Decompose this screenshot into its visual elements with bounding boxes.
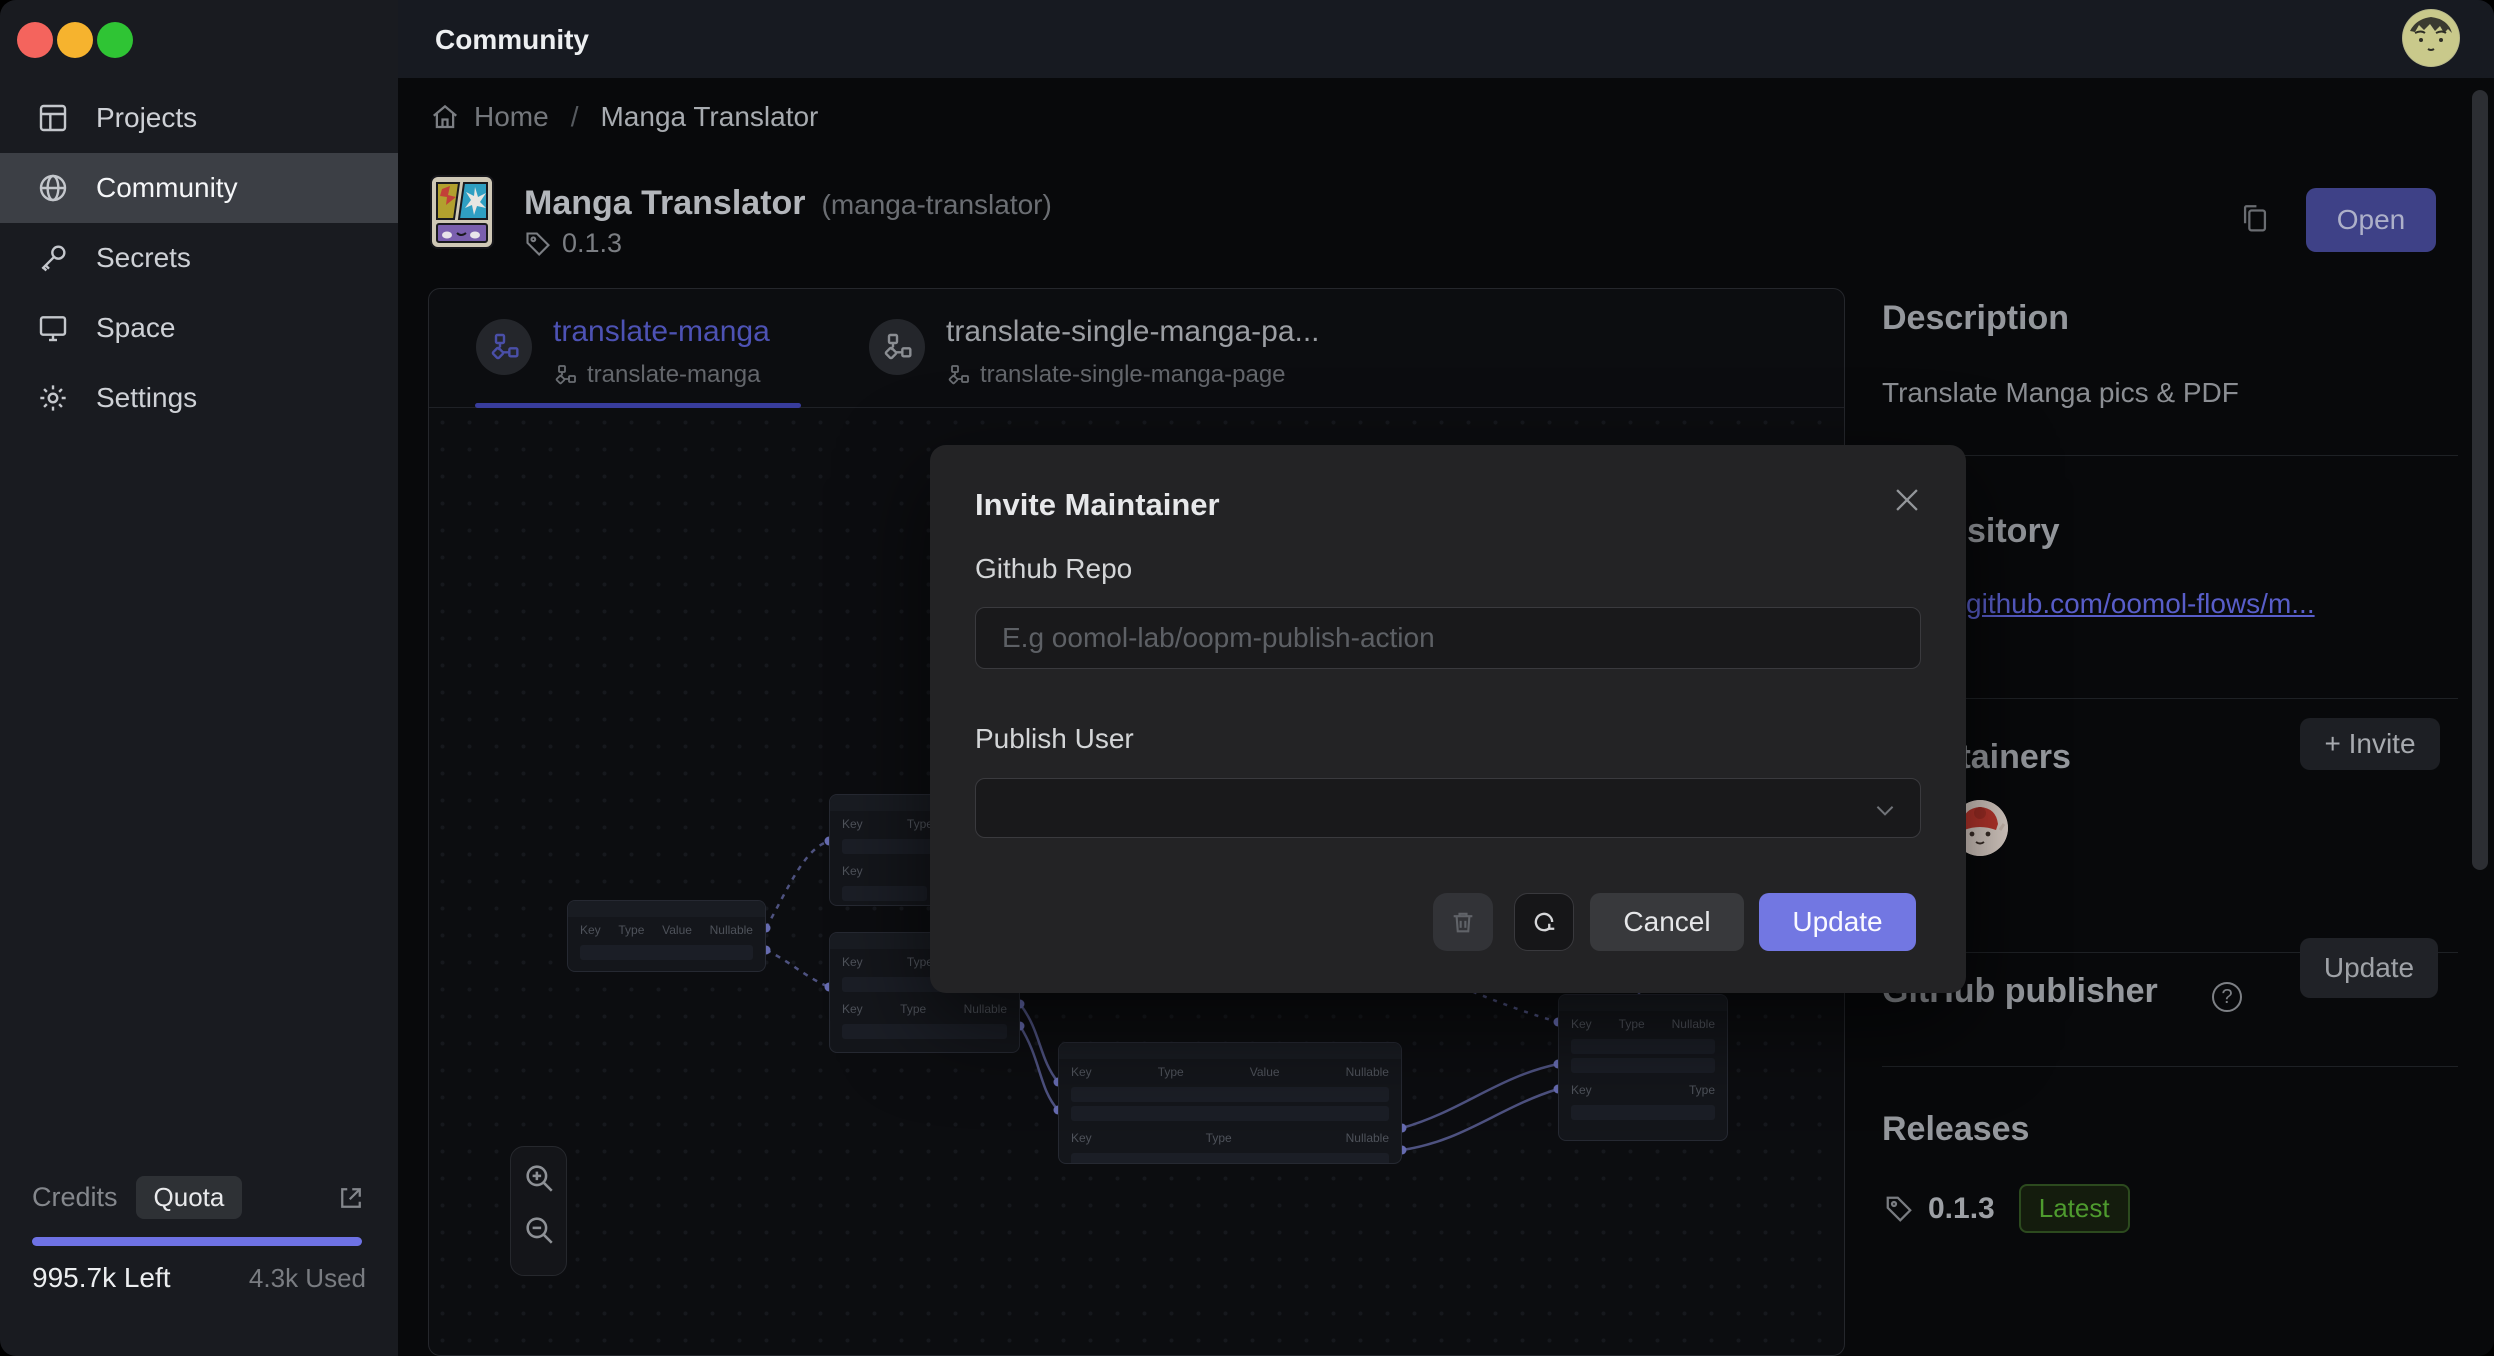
flow-tabs: translate-manga translate-manga translat… xyxy=(429,289,1844,408)
divider xyxy=(1882,1066,2458,1067)
credits-label: Credits xyxy=(32,1182,118,1213)
breadcrumb-home[interactable]: Home xyxy=(474,101,549,133)
sidebar-item-label: Community xyxy=(96,172,238,204)
scrollbar-thumb[interactable] xyxy=(2472,90,2488,870)
divider xyxy=(1882,455,2458,456)
sidebar-item-settings[interactable]: Settings xyxy=(0,363,398,433)
releases-title: Releases xyxy=(1882,1110,2029,1149)
flow-icon xyxy=(553,363,577,387)
user-label: Publish User xyxy=(975,723,1134,755)
publish-user-select[interactable] xyxy=(975,778,1921,838)
divider xyxy=(1882,698,2458,699)
chevron-down-icon xyxy=(1872,797,1898,823)
monitor-icon xyxy=(36,311,70,345)
flow-icon xyxy=(946,363,970,387)
tag-icon xyxy=(1884,1194,1914,1224)
traffic-minimize-button[interactable] xyxy=(57,22,93,58)
modal-title: Invite Maintainer xyxy=(975,487,1220,523)
credits-used: 4.3k Used xyxy=(249,1263,366,1294)
package-slug: (manga-translator) xyxy=(822,189,1052,221)
breadcrumb: Home / Manga Translator xyxy=(430,96,818,138)
invite-button[interactable]: + Invite xyxy=(2300,718,2440,770)
titlebar: Community xyxy=(398,0,2494,78)
tab-subtitle: translate-single-manga-page xyxy=(946,361,1286,389)
release-version: 0.1.3 xyxy=(1928,1192,1995,1226)
repo-label: Github Repo xyxy=(975,553,1132,585)
external-link-icon[interactable] xyxy=(336,1183,366,1213)
plus-icon: + xyxy=(2324,728,2340,759)
traffic-zoom-button[interactable] xyxy=(97,22,133,58)
breadcrumb-current: Manga Translator xyxy=(600,101,818,133)
sidebar-item-space[interactable]: Space xyxy=(0,293,398,363)
flow-node[interactable]: KeyTypeNullable KeyType xyxy=(1558,994,1728,1141)
publisher-update-button[interactable]: Update xyxy=(2300,938,2438,998)
tab-title: translate-single-manga-pa... xyxy=(946,315,1320,349)
repository-link[interactable]: https://github.com/oomol-flows/m... xyxy=(1882,588,2458,620)
zoom-controls xyxy=(510,1146,567,1276)
help-icon[interactable]: ? xyxy=(2212,982,2242,1012)
sidebar-item-label: Secrets xyxy=(96,242,191,274)
sidebar-item-secrets[interactable]: Secrets xyxy=(0,223,398,293)
globe-icon xyxy=(36,171,70,205)
tab-translate-manga[interactable]: translate-manga translate-manga xyxy=(429,289,849,408)
breadcrumb-separator: / xyxy=(571,101,579,133)
sidebar-item-label: Space xyxy=(96,312,175,344)
flow-icon xyxy=(476,319,532,375)
tab-title: translate-manga xyxy=(553,315,770,349)
description-title: Description xyxy=(1882,299,2069,338)
sidebar: Projects Community Secrets Space Setting… xyxy=(0,0,398,1356)
quota-chip[interactable]: Quota xyxy=(136,1176,243,1219)
open-button[interactable]: Open xyxy=(2306,188,2436,252)
app-window: Projects Community Secrets Space Setting… xyxy=(0,0,2494,1356)
home-icon[interactable] xyxy=(430,102,460,132)
delete-button[interactable] xyxy=(1433,893,1493,951)
copy-icon[interactable] xyxy=(2238,202,2274,238)
package-icon xyxy=(430,175,494,249)
package-version: 0.1.3 xyxy=(562,228,622,259)
sidebar-item-projects[interactable]: Projects xyxy=(0,83,398,153)
tab-subtitle: translate-manga xyxy=(553,361,760,389)
user-avatar[interactable] xyxy=(2402,9,2460,67)
page-title: Community xyxy=(435,24,589,56)
tag-icon xyxy=(524,230,552,258)
description-text: Translate Manga pics & PDF xyxy=(1882,377,2239,409)
refresh-button[interactable] xyxy=(1514,893,1574,951)
gear-icon xyxy=(36,381,70,415)
cancel-button[interactable]: Cancel xyxy=(1590,893,1744,951)
sidebar-item-community[interactable]: Community xyxy=(0,153,398,223)
key-icon xyxy=(36,241,70,275)
flow-icon xyxy=(869,319,925,375)
sidebar-item-label: Settings xyxy=(96,382,197,414)
close-icon[interactable] xyxy=(1890,483,1924,517)
flow-node[interactable]: KeyTypeValueNullable xyxy=(567,900,766,972)
credits-progress-bar xyxy=(32,1237,362,1246)
projects-icon xyxy=(36,101,70,135)
invite-maintainer-modal: Invite Maintainer Github Repo Publish Us… xyxy=(930,445,1966,993)
repo-input[interactable] xyxy=(975,607,1921,669)
latest-badge: Latest xyxy=(2019,1184,2130,1233)
update-button[interactable]: Update xyxy=(1759,893,1916,951)
credits-left: 995.7k Left xyxy=(32,1262,171,1294)
package-title: Manga Translator xyxy=(524,184,806,223)
release-row: 0.1.3 Latest xyxy=(1884,1184,2130,1233)
trash-icon xyxy=(1449,908,1477,936)
credits-section: Credits Quota 995.7k Left 4.3k Used xyxy=(32,1176,366,1294)
zoom-in-icon[interactable] xyxy=(522,1161,556,1195)
traffic-close-button[interactable] xyxy=(17,22,53,58)
zoom-out-icon[interactable] xyxy=(522,1213,556,1247)
active-tab-underline xyxy=(475,403,801,408)
flow-node[interactable]: KeyTypeValueNullable KeyTypeNullable xyxy=(1058,1042,1402,1164)
sidebar-item-label: Projects xyxy=(96,102,197,134)
refresh-icon xyxy=(1530,908,1558,936)
tab-translate-single-manga-page[interactable]: translate-single-manga-pa... translate-s… xyxy=(822,289,1382,408)
